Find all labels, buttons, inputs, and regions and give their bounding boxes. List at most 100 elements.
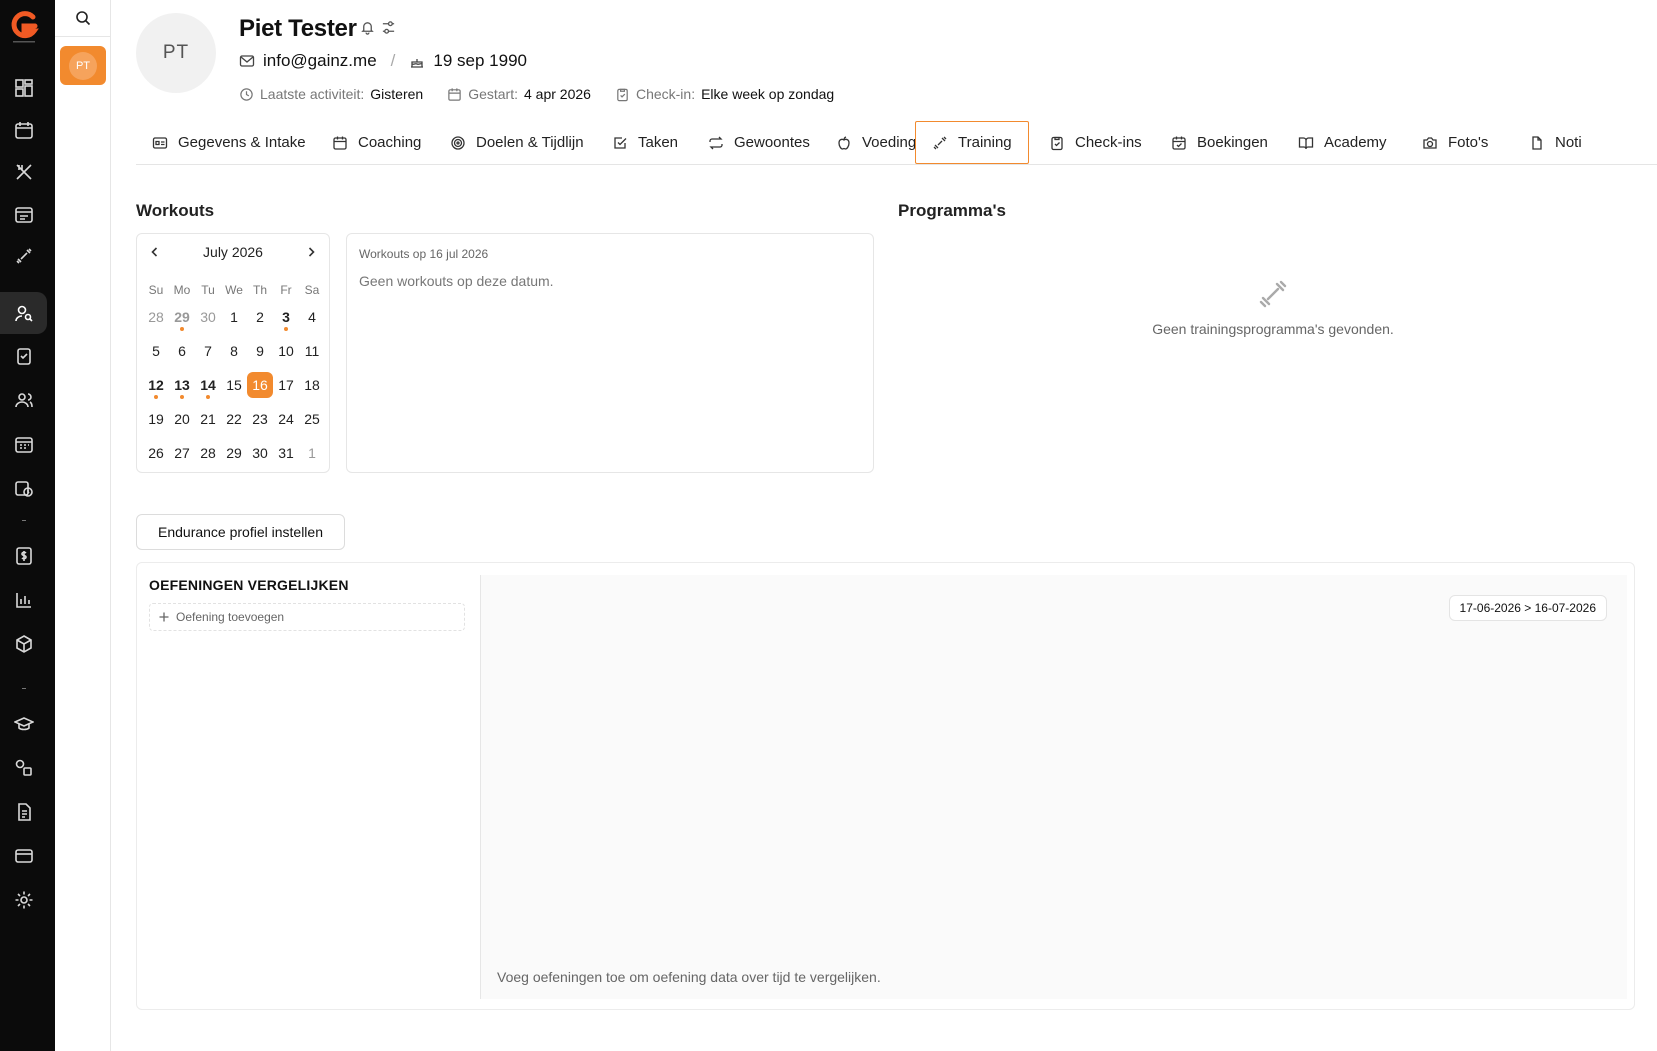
tab-training[interactable]: Training: [915, 121, 1029, 164]
calendar-day[interactable]: 15: [221, 372, 247, 398]
calendar-icon[interactable]: [12, 118, 36, 142]
workout-dot: [206, 395, 210, 399]
calendar-day[interactable]: 20: [169, 406, 195, 432]
plus-icon: [159, 612, 169, 622]
compare-exercises-panel: OEFENINGEN VERGELIJKEN Oefening toevoege…: [136, 562, 1635, 1010]
dumbbell-icon[interactable]: [12, 244, 36, 268]
client-contact: info@gainz.me / 19 sep 1990: [239, 51, 527, 71]
weekday: Sa: [304, 283, 320, 297]
calendar-day[interactable]: 28: [195, 440, 221, 466]
dumbbell-empty-icon: [1256, 277, 1290, 311]
calendar-day[interactable]: 24: [273, 406, 299, 432]
calendar-day[interactable]: 1: [221, 304, 247, 330]
dumbbell-tab-icon: [932, 135, 948, 151]
bookings-icon[interactable]: [12, 432, 36, 456]
calendar-day[interactable]: 12: [143, 372, 169, 399]
client-avatar-initials: PT: [69, 51, 97, 80]
calendar-day[interactable]: 3: [273, 304, 299, 331]
chart-icon[interactable]: [12, 588, 36, 612]
tab-taken[interactable]: Taken: [596, 121, 694, 164]
date-range-picker[interactable]: 17-06-2026 > 16-07-2026: [1448, 595, 1607, 621]
calendar-day[interactable]: 17: [273, 372, 299, 398]
workout-dot: [154, 395, 158, 399]
settings-gear-icon[interactable]: [12, 888, 36, 912]
app-logo[interactable]: [9, 9, 39, 45]
calendar-day[interactable]: 18: [299, 372, 325, 398]
calendar-day[interactable]: 5: [143, 338, 169, 364]
client-avatar: PT: [136, 13, 216, 93]
calendar-day[interactable]: 29: [169, 304, 195, 331]
calendar-clock-icon[interactable]: [12, 476, 36, 500]
calendar-day[interactable]: 19: [143, 406, 169, 432]
compare-title: OEFENINGEN VERGELIJKEN: [149, 577, 349, 593]
clipboard-icon: [1049, 135, 1065, 151]
calendar-day[interactable]: 6: [169, 338, 195, 364]
calendar-day[interactable]: 21: [195, 406, 221, 432]
calendar-day[interactable]: 14: [195, 372, 221, 399]
client-tabs: Gegevens & Intake Coaching Doelen & Tijd…: [136, 121, 1657, 165]
tab-gewoontes[interactable]: Gewoontes: [692, 121, 826, 164]
shapes-icon[interactable]: [12, 756, 36, 780]
bell-icon[interactable]: [360, 20, 375, 35]
workouts-day-panel: Workouts op 16 jul 2026 Geen workouts op…: [346, 233, 874, 473]
calendar-day[interactable]: 11: [299, 338, 325, 364]
calendar-day[interactable]: 30: [247, 440, 273, 466]
calendar-day[interactable]: 27: [169, 440, 195, 466]
package-icon[interactable]: [12, 632, 36, 656]
checkin-label: Check-in:: [635, 86, 696, 102]
sliders-icon[interactable]: [381, 20, 396, 35]
search-icon: [76, 11, 91, 26]
workouts-day-empty: Geen workouts op deze datum.: [359, 273, 554, 289]
tab-academy[interactable]: Academy: [1282, 121, 1403, 164]
calendar-day[interactable]: 30: [195, 304, 221, 330]
tab-doelen-tijdlijn[interactable]: Doelen & Tijdlijn: [434, 121, 600, 164]
separator-slash: /: [390, 51, 396, 70]
clients-icon[interactable]: [0, 292, 47, 334]
clock-icon: [239, 87, 254, 102]
client-search-button[interactable]: [55, 0, 111, 37]
calendar-day[interactable]: 25: [299, 406, 325, 432]
calendar-day[interactable]: 13: [169, 372, 195, 399]
tab-fotos[interactable]: Foto's: [1406, 121, 1504, 164]
clipboard-check-icon: [615, 87, 630, 102]
calendar-day[interactable]: 26: [143, 440, 169, 466]
endurance-profile-button[interactable]: Endurance profiel instellen: [136, 514, 345, 550]
nutrition-icon[interactable]: [12, 160, 36, 184]
tab-coaching[interactable]: Coaching: [316, 121, 437, 164]
calendar-day[interactable]: 10: [273, 338, 299, 364]
academy-icon[interactable]: [12, 712, 36, 736]
calendar-day[interactable]: 23: [247, 406, 273, 432]
file-icon: [1529, 135, 1545, 151]
finance-icon[interactable]: [12, 544, 36, 568]
calendar-day[interactable]: 31: [273, 440, 299, 466]
calendar-day-selected[interactable]: 16: [247, 372, 273, 398]
calendar-day[interactable]: 22: [221, 406, 247, 432]
client-avatar-button[interactable]: PT: [60, 46, 106, 85]
calendar-day[interactable]: 8: [221, 338, 247, 364]
camera-icon: [1422, 135, 1438, 151]
calendar-day[interactable]: 4: [299, 304, 325, 330]
tasks-icon[interactable]: [12, 344, 36, 368]
calendar-day[interactable]: 29: [221, 440, 247, 466]
workouts-title: Workouts: [136, 201, 215, 220]
credit-card-icon[interactable]: [12, 844, 36, 868]
dashboard-icon[interactable]: [12, 76, 36, 100]
started-value: 4 apr 2026: [524, 86, 591, 102]
calendar-day[interactable]: 2: [247, 304, 273, 330]
tab-notities[interactable]: Noti: [1513, 121, 1598, 164]
users-icon[interactable]: [12, 388, 36, 412]
tab-boekingen[interactable]: Boekingen: [1155, 121, 1284, 164]
calendar-grid: Su Mo Tu We Th Fr Sa 28 29 30 1 2 3 4 5 …: [143, 280, 325, 470]
calendar-day[interactable]: 28: [143, 304, 169, 330]
calendar-next-button[interactable]: [301, 242, 321, 262]
tab-gegevens-intake[interactable]: Gegevens & Intake: [136, 121, 322, 164]
workout-dot: [180, 327, 184, 331]
calendar-day[interactable]: 1: [299, 440, 325, 466]
calendar-day[interactable]: 9: [247, 338, 273, 364]
document-icon[interactable]: [12, 800, 36, 824]
calendar-day[interactable]: 7: [195, 338, 221, 364]
client-email[interactable]: info@gainz.me: [263, 51, 377, 71]
tab-check-ins[interactable]: Check-ins: [1033, 121, 1158, 164]
add-exercise-button[interactable]: Oefening toevoegen: [149, 603, 465, 631]
schedule-icon[interactable]: [12, 202, 36, 226]
